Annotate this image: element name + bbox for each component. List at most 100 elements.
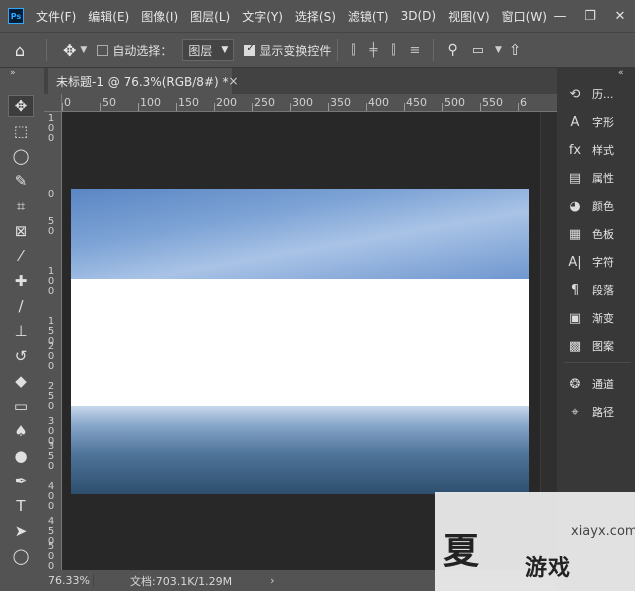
menu-window[interactable]: 窗口(W)	[502, 8, 547, 25]
close-icon[interactable]: ✕	[605, 9, 635, 24]
distribute-icon[interactable]: ≡	[410, 43, 421, 58]
panel-item-gradients[interactable]: ▣ 渐变	[560, 304, 635, 332]
eraser-tool-icon[interactable]: ◆	[8, 370, 34, 392]
history-brush-tool-icon[interactable]: ↺	[8, 345, 34, 367]
close-tab-icon[interactable]: ×	[229, 74, 239, 88]
gradient-tool-icon[interactable]: ▭	[8, 395, 34, 417]
workspace-icon[interactable]: ▭	[472, 43, 484, 58]
type-tool-icon[interactable]: T	[8, 495, 34, 517]
menu-view[interactable]: 视图(V)	[448, 8, 490, 25]
minimize-icon[interactable]: —	[545, 9, 575, 24]
ruler-label: 450	[406, 96, 427, 109]
ruler-label: 0	[64, 96, 71, 109]
panel-item-swatches[interactable]: ▦ 色板	[560, 220, 635, 248]
ruler-tick	[480, 103, 481, 111]
ruler-label: 2 0 0	[47, 341, 55, 372]
frame-tool-icon[interactable]: ⊠	[8, 220, 34, 242]
panel-label: 图案	[592, 340, 614, 353]
panel-label: 字符	[592, 256, 614, 269]
ruler-label: 150	[178, 96, 199, 109]
menu-3d[interactable]: 3D(D)	[401, 9, 436, 23]
document-canvas[interactable]	[71, 189, 529, 494]
panel-item-channels[interactable]: ❂ 通道	[560, 370, 635, 398]
lasso-tool-icon[interactable]: ◯	[8, 145, 34, 167]
type-icon: A|	[568, 254, 582, 270]
sea-image-layer	[71, 406, 529, 494]
ruler-label: 0	[47, 189, 55, 200]
restore-icon[interactable]: ❐	[575, 9, 605, 24]
panel-item-color[interactable]: ◕ 颜色	[560, 192, 635, 220]
gradients-icon: ▣	[568, 310, 582, 326]
ruler-label: 500	[444, 96, 465, 109]
ruler-tick	[290, 103, 291, 111]
search-icon[interactable]: ⚲	[447, 42, 457, 58]
auto-select-checkbox[interactable]	[97, 44, 109, 56]
patterns-icon: ▩	[568, 338, 582, 354]
status-menu-arrow[interactable]: ›	[270, 574, 274, 587]
ruler-label: 200	[216, 96, 237, 109]
quick-select-tool-icon[interactable]: ✎	[8, 170, 34, 192]
menu-layer[interactable]: 图层(L)	[190, 8, 230, 25]
move-options-icon[interactable]: ✥	[63, 41, 76, 60]
panel-item-paragraph[interactable]: ¶ 段落	[560, 276, 635, 304]
document-tab[interactable]: 未标题-1 @ 76.3%(RGB/8#) * ×	[48, 68, 239, 94]
shape-tool-icon[interactable]: ◯	[8, 545, 34, 567]
panel-item-styles[interactable]: fx 样式	[560, 136, 635, 164]
watermark-logo-icon: 夏	[443, 530, 480, 572]
horizontal-ruler[interactable]: 0 50 100 150 200 250 300 350 400 450 500 550 6	[62, 94, 557, 112]
show-transform-checkbox[interactable]	[244, 43, 256, 56]
move-tool-icon[interactable]: ✥	[8, 95, 34, 117]
align-center-icon[interactable]: ╪	[370, 43, 378, 58]
zoom-level[interactable]: 76.33%	[44, 574, 94, 587]
ruler-label: 4 0 0	[47, 481, 55, 512]
color-icon: ◕	[569, 198, 581, 214]
stamp-tool-icon[interactable]: ⊥	[8, 320, 34, 342]
chevron-down-icon: ▼	[221, 45, 229, 55]
home-icon[interactable]: ⌂	[0, 41, 40, 60]
menu-filter[interactable]: 滤镜(T)	[348, 8, 389, 25]
collapse-panels-icon[interactable]: «	[618, 68, 624, 78]
panel-label: 字形	[592, 116, 614, 129]
ruler-label: 6	[520, 96, 527, 109]
menu-type[interactable]: 文字(Y)	[242, 8, 283, 25]
menu-select[interactable]: 选择(S)	[295, 8, 336, 25]
align-left-icon[interactable]: ⫿	[351, 43, 355, 58]
divider	[433, 39, 435, 61]
menu-edit[interactable]: 编辑(E)	[88, 8, 129, 25]
auto-select-target-dropdown[interactable]: 图层 ▼	[182, 39, 235, 61]
panel-label: 通道	[592, 378, 614, 391]
brush-tool-icon[interactable]: ∕	[8, 295, 34, 317]
marquee-tool-icon[interactable]: ⬚	[8, 120, 34, 142]
document-tab-bar: 未标题-1 @ 76.3%(RGB/8#) * ×	[44, 68, 557, 94]
align-right-icon[interactable]: ⫿	[391, 43, 395, 58]
panel-item-type[interactable]: A| 字符	[560, 248, 635, 276]
share-icon[interactable]: ⇧	[509, 41, 522, 59]
eyedropper-tool-icon[interactable]: ⁄	[8, 245, 34, 267]
ruler-label: 300	[292, 96, 313, 109]
chevron-down-icon[interactable]: ▼	[80, 45, 87, 55]
path-select-tool-icon[interactable]: ➤	[8, 520, 34, 542]
dodge-tool-icon[interactable]: ●	[8, 445, 34, 467]
panel-item-history[interactable]: ⟲ 历...	[560, 80, 635, 108]
crop-tool-icon[interactable]: ⌗	[8, 195, 34, 217]
panel-item-properties[interactable]: ▤ 属性	[560, 164, 635, 192]
document-info: 文档:703.1K/1.29M	[130, 574, 233, 588]
blur-tool-icon[interactable]: ♠	[8, 420, 34, 442]
pen-tool-icon[interactable]: ✒	[8, 470, 34, 492]
ruler-label: 5 0 0	[47, 541, 55, 571]
menu-file[interactable]: 文件(F)	[36, 8, 76, 25]
vertical-ruler[interactable]: 1 0 005 01 0 01 5 02 0 02 5 03 0 03 5 04…	[44, 112, 62, 570]
ruler-corner	[44, 94, 62, 112]
menu-image[interactable]: 图像(I)	[141, 8, 178, 25]
white-rectangle-layer	[71, 279, 529, 406]
ruler-label: 1 0 0	[47, 113, 55, 144]
properties-icon: ▤	[568, 170, 582, 186]
healing-brush-tool-icon[interactable]: ✚	[8, 270, 34, 292]
collapse-toolbar-icon[interactable]: »	[10, 68, 16, 78]
ruler-label: 50	[102, 96, 116, 109]
panel-item-patterns[interactable]: ▩ 图案	[560, 332, 635, 360]
panel-item-paths[interactable]: ⌖ 路径	[560, 398, 635, 426]
panel-item-character[interactable]: A 字形	[560, 108, 635, 136]
chevron-down-icon[interactable]: ▼	[495, 45, 502, 55]
watermark: 夏 xiayx.com 游戏	[435, 492, 635, 591]
